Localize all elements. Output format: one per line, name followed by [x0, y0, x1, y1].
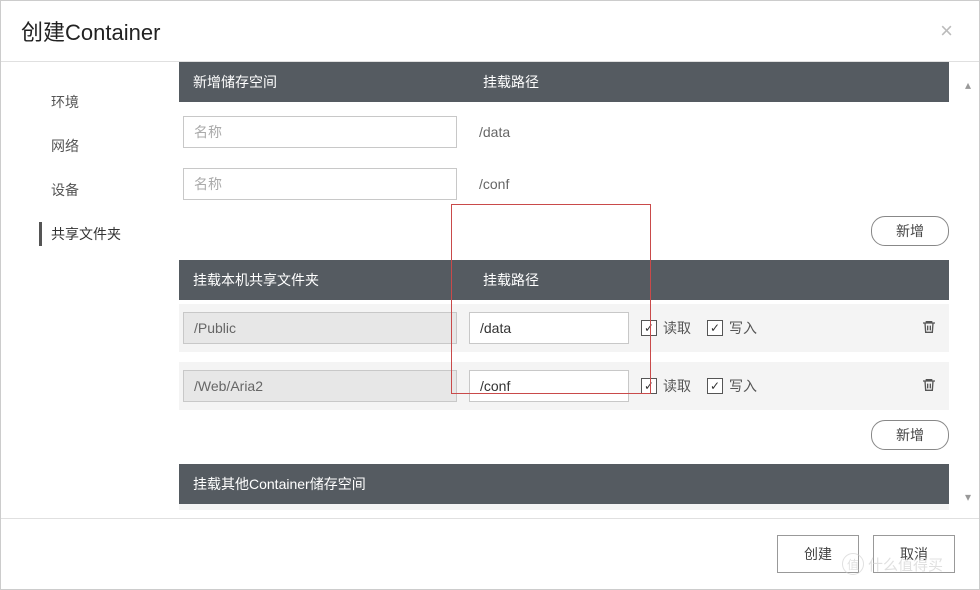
write-checkbox[interactable]: 写入: [707, 318, 757, 338]
shared-path-input[interactable]: [469, 370, 629, 402]
create-button[interactable]: 创建: [777, 535, 859, 573]
checkbox-icon: [707, 320, 723, 336]
trash-icon[interactable]: [921, 380, 937, 396]
sidebar-item-shared-folder[interactable]: 共享文件夹: [1, 212, 167, 256]
modal-footer: 创建 取消: [1, 518, 979, 589]
shared-folder-input[interactable]: [183, 370, 457, 402]
no-data-text: 尚无任何数据: [179, 504, 949, 510]
close-icon[interactable]: ×: [934, 18, 959, 44]
shared-folder-input[interactable]: [183, 312, 457, 344]
checkbox-icon: [641, 320, 657, 336]
add-shared-button[interactable]: 新增: [871, 420, 949, 450]
sidebar-item-network[interactable]: 网络: [1, 124, 167, 168]
read-checkbox[interactable]: 读取: [641, 318, 691, 338]
sidebar-item-device[interactable]: 设备: [1, 168, 167, 212]
storage-section-header: 新增储存空间 挂载路径: [179, 62, 949, 102]
storage-header-col2: 挂载路径: [483, 72, 935, 92]
cancel-button[interactable]: 取消: [873, 535, 955, 573]
storage-name-input[interactable]: [183, 168, 457, 200]
shared-button-row: 新增: [179, 410, 949, 464]
modal-title: 创建Container: [21, 15, 160, 47]
write-label: 写入: [729, 376, 757, 396]
write-label: 写入: [729, 318, 757, 338]
sidebar: 环境 网络 设备 共享文件夹: [1, 62, 167, 510]
modal-header: 创建Container ×: [1, 1, 979, 62]
storage-path-text: /data: [469, 124, 641, 140]
shared-header-col1: 挂载本机共享文件夹: [193, 270, 483, 290]
read-checkbox[interactable]: 读取: [641, 376, 691, 396]
shared-section-header: 挂载本机共享文件夹 挂载路径: [179, 260, 949, 300]
storage-row: /conf: [179, 162, 949, 206]
content-panel: ▴ ▾ 新增储存空间 挂载路径 /data /conf 新增 挂载本机共享: [167, 62, 979, 510]
sidebar-item-label: 设备: [51, 182, 79, 198]
storage-name-input[interactable]: [183, 116, 457, 148]
storage-row: /data: [179, 110, 949, 154]
read-label: 读取: [663, 318, 691, 338]
modal-body: 环境 网络 设备 共享文件夹 ▴ ▾ 新增储存空间 挂载路径 /data /co…: [1, 62, 979, 510]
write-checkbox[interactable]: 写入: [707, 376, 757, 396]
scroll-down-icon[interactable]: ▾: [961, 490, 975, 504]
sidebar-item-label: 环境: [51, 94, 79, 110]
shared-header-col2: 挂载路径: [483, 270, 935, 290]
shared-row: 读取 写入: [179, 304, 949, 352]
scroll-up-icon[interactable]: ▴: [961, 78, 975, 92]
storage-header-col1: 新增储存空间: [193, 72, 483, 92]
shared-path-input[interactable]: [469, 312, 629, 344]
sidebar-item-environment[interactable]: 环境: [1, 80, 167, 124]
trash-icon[interactable]: [921, 322, 937, 338]
sidebar-item-label: 共享文件夹: [51, 226, 121, 242]
create-container-modal: 创建Container × 环境 网络 设备 共享文件夹 ▴ ▾ 新增储存空间 …: [0, 0, 980, 590]
add-storage-button[interactable]: 新增: [871, 216, 949, 246]
checkbox-icon: [641, 378, 657, 394]
shared-row: 读取 写入: [179, 362, 949, 410]
other-section-header: 挂载其他Container储存空间: [179, 464, 949, 504]
checkbox-icon: [707, 378, 723, 394]
storage-path-text: /conf: [469, 176, 641, 192]
sidebar-item-label: 网络: [51, 138, 79, 154]
storage-button-row: 新增: [179, 206, 949, 260]
read-label: 读取: [663, 376, 691, 396]
other-header-text: 挂载其他Container储存空间: [193, 474, 483, 494]
